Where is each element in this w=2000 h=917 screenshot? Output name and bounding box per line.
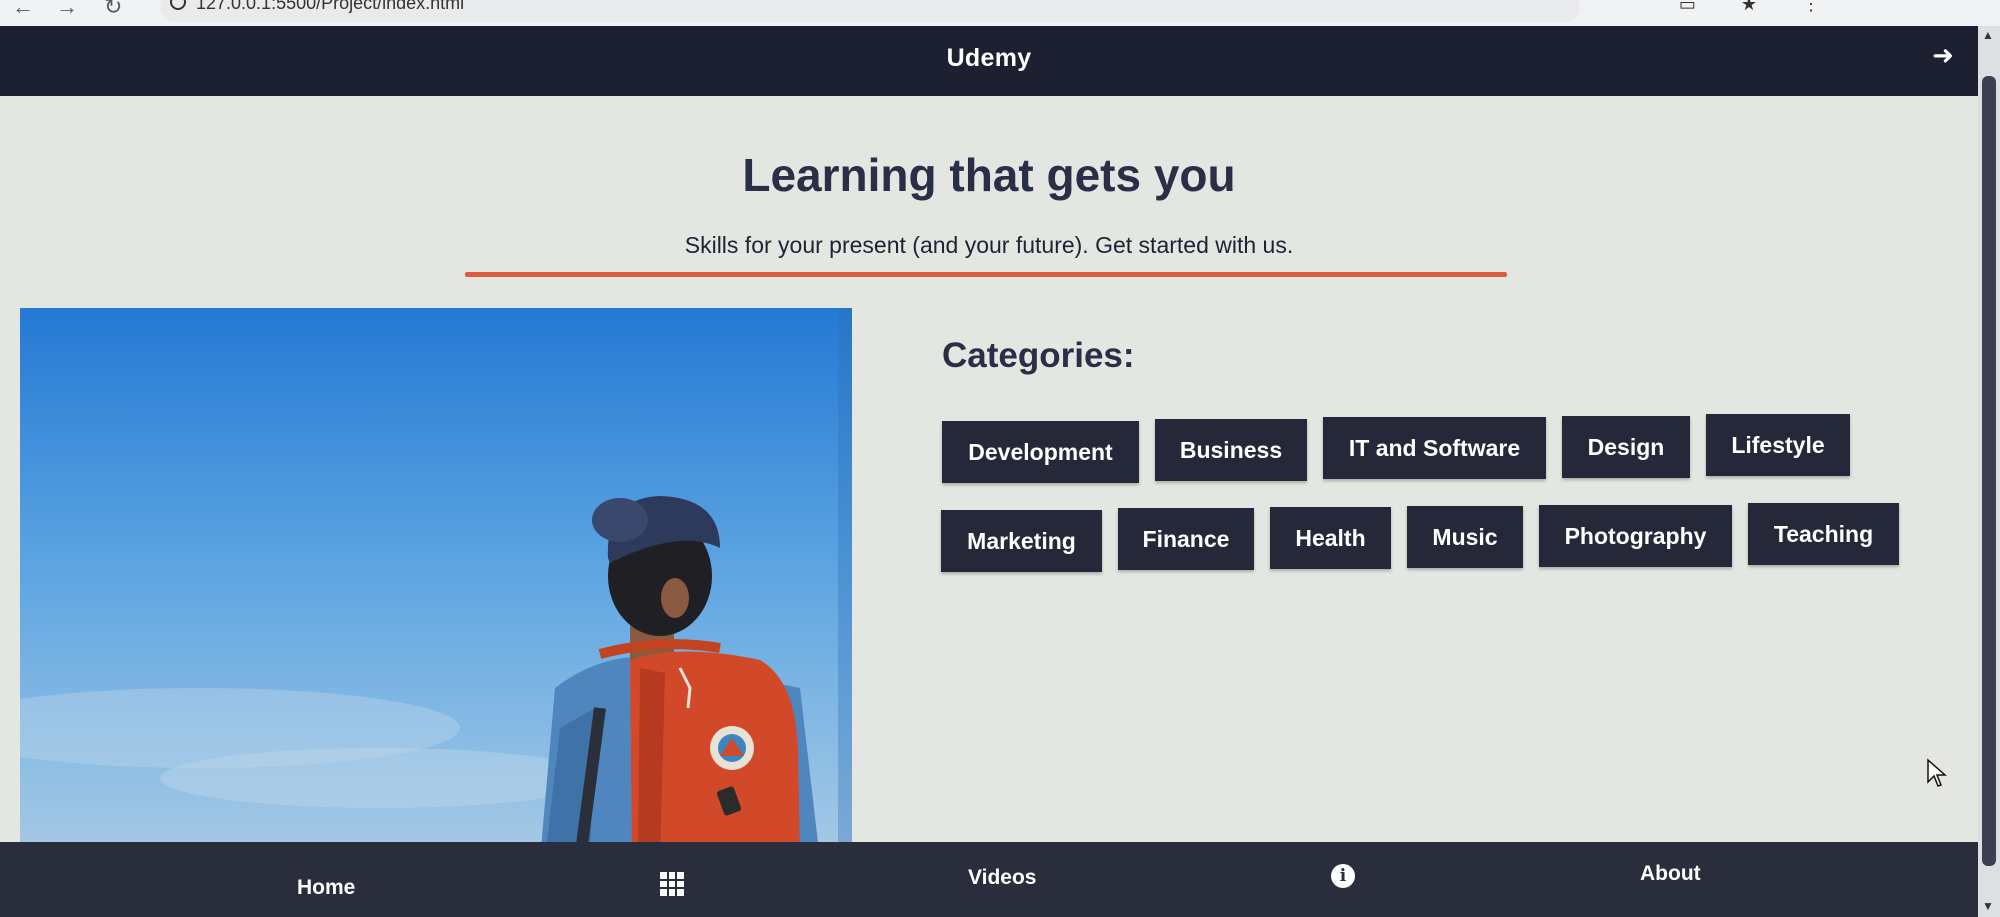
bottom-navbar: Home Videos i About	[0, 842, 1978, 917]
mouse-cursor-icon	[1927, 758, 1947, 787]
category-health-button[interactable]: Health	[1270, 507, 1391, 569]
scrollbar-thumb[interactable]	[1982, 76, 1996, 866]
category-design-button[interactable]: Design	[1562, 416, 1690, 478]
info-icon[interactable]: i	[1331, 864, 1355, 888]
brand-title[interactable]: Udemy	[0, 44, 1978, 73]
scrollbar[interactable]: ▲ ▼	[1978, 26, 2000, 917]
category-business-button[interactable]: Business	[1155, 419, 1307, 481]
category-music-button[interactable]: Music	[1407, 506, 1523, 568]
category-teaching-button[interactable]: Teaching	[1748, 503, 1899, 565]
forward-icon[interactable]: →	[56, 0, 78, 20]
category-development-button[interactable]: Development	[942, 421, 1139, 483]
hero-subtitle: Skills for your present (and your future…	[684, 232, 1294, 258]
categories-title: Categories:	[942, 336, 1135, 375]
category-lifestyle-button[interactable]: Lifestyle	[1706, 414, 1850, 476]
browser-toolbar-icons[interactable]: ▭ ★ ⋮	[1679, 0, 1840, 15]
backpacker-illustration	[20, 308, 852, 860]
category-finance-button[interactable]: Finance	[1118, 508, 1254, 570]
reload-icon[interactable]: ↻	[104, 0, 122, 20]
nav-videos-link[interactable]: Videos	[968, 866, 1036, 890]
hero-image	[20, 308, 852, 860]
scroll-down-icon[interactable]: ▼	[1982, 899, 1994, 913]
hero-divider	[465, 272, 1507, 277]
hero-title: Learning that gets you	[742, 149, 1236, 201]
address-bar-text: 127.0.0.1:5500/Project/index.html	[196, 0, 465, 13]
nav-home-link[interactable]: Home	[297, 876, 355, 900]
site-info-icon[interactable]	[170, 0, 186, 10]
category-photography-button[interactable]: Photography	[1539, 505, 1732, 567]
arrow-right-icon[interactable]: ➜	[1926, 38, 1960, 72]
back-icon[interactable]: ←	[12, 0, 34, 20]
category-it-software-button[interactable]: IT and Software	[1323, 417, 1546, 479]
nav-about-link[interactable]: About	[1640, 862, 1701, 886]
scroll-up-icon[interactable]: ▲	[1982, 28, 1994, 42]
grid-icon[interactable]	[660, 872, 684, 896]
browser-chrome: ← → ↻ 127.0.0.1:5500/Project/index.html …	[0, 0, 2000, 27]
top-navbar: Udemy ➜	[0, 26, 1978, 96]
category-marketing-button[interactable]: Marketing	[941, 510, 1102, 572]
address-bar[interactable]: 127.0.0.1:5500/Project/index.html	[160, 0, 1580, 22]
